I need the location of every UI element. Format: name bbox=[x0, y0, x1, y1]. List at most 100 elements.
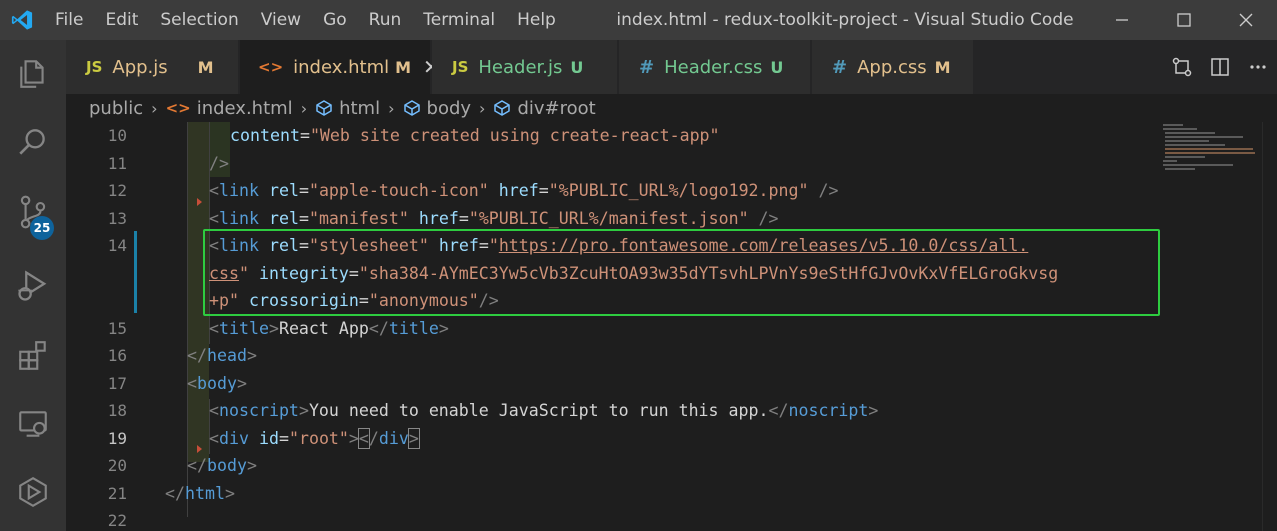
line-number: 18 bbox=[107, 401, 127, 420]
tab-modified-badge: M bbox=[197, 57, 214, 77]
breadcrumb-symbol-div-root[interactable]: div#root bbox=[493, 97, 596, 119]
minimize-button[interactable] bbox=[1091, 0, 1153, 40]
run-debug-icon[interactable] bbox=[0, 256, 66, 316]
window-controls bbox=[1091, 0, 1277, 40]
more-actions-button[interactable] bbox=[1239, 40, 1277, 94]
attribute-value: "stylesheet" bbox=[308, 236, 429, 255]
attribute-value: +p" bbox=[209, 291, 239, 310]
extensions-icon[interactable] bbox=[0, 326, 66, 386]
menu-file[interactable]: File bbox=[44, 0, 94, 40]
code-line: </body> bbox=[187, 456, 257, 475]
vscode-logo-icon[interactable] bbox=[0, 0, 44, 40]
split-editor-button[interactable] bbox=[1201, 40, 1239, 94]
css-file-icon: # bbox=[639, 56, 655, 78]
editor-actions bbox=[1163, 40, 1277, 94]
docker-icon[interactable] bbox=[0, 462, 66, 522]
split-editor-icon bbox=[1211, 58, 1229, 76]
close-window-button[interactable] bbox=[1215, 0, 1277, 40]
tab-label: index.html bbox=[293, 56, 390, 78]
attribute-name: rel bbox=[268, 181, 299, 200]
menu-go[interactable]: Go bbox=[312, 0, 358, 40]
text-content: You need to enable JavaScript to run thi… bbox=[308, 401, 769, 420]
tag-name: link bbox=[219, 181, 259, 200]
attribute-name: rel bbox=[268, 236, 299, 255]
code-line: <link rel="manifest" href="%PUBLIC_URL%/… bbox=[209, 208, 779, 228]
modified-lines-marker[interactable] bbox=[134, 231, 137, 313]
menu-help[interactable]: Help bbox=[506, 0, 567, 40]
tag-name: link bbox=[219, 208, 259, 228]
code-line: css" integrity="sha384-AYmEC3Yw5cVb3ZcuH… bbox=[209, 263, 1059, 283]
line-number: 11 bbox=[107, 153, 127, 173]
code-line: <link rel="apple-touch-icon" href="%PUBL… bbox=[209, 181, 839, 200]
ellipsis-icon bbox=[1250, 65, 1266, 69]
attribute-value: "Web site created using create-react-app… bbox=[309, 126, 720, 145]
search-icon[interactable] bbox=[0, 112, 66, 172]
tab-label: App.js bbox=[112, 56, 168, 78]
attribute-value: "%PUBLIC_URL%/logo192.png" bbox=[548, 181, 809, 200]
line-number-current: 19 bbox=[107, 428, 127, 448]
deleted-lines-marker[interactable] bbox=[197, 198, 202, 206]
breadcrumb-folder[interactable]: public bbox=[89, 98, 143, 119]
attribute-name: href bbox=[438, 236, 479, 255]
window-title: index.html - redux-toolkit-project - Vis… bbox=[616, 10, 1074, 30]
source-control-badge: 25 bbox=[30, 216, 54, 240]
tab-header-js[interactable]: JS Header.js U bbox=[432, 40, 618, 94]
bracket-match: > bbox=[407, 427, 420, 449]
code-line: </head> bbox=[187, 346, 257, 365]
attribute-name: id bbox=[258, 428, 279, 448]
tab-modified-badge: M bbox=[395, 57, 412, 77]
menu-view[interactable]: View bbox=[250, 0, 312, 40]
tab-app-js[interactable]: JS App.js M bbox=[66, 40, 239, 94]
maximize-icon bbox=[1177, 13, 1191, 27]
code-editor[interactable]: 10 11 12 13 14 15 16 17 18 19 20 21 22 c… bbox=[66, 122, 1277, 531]
tag-name: title bbox=[388, 318, 439, 338]
bracket-match: < bbox=[357, 427, 370, 449]
attribute-value: "apple-touch-icon" bbox=[308, 181, 489, 200]
tab-untracked-badge: U bbox=[570, 57, 584, 77]
tab-app-css[interactable]: # App.css M bbox=[812, 40, 974, 94]
tag-name: div bbox=[378, 428, 409, 448]
title-bar: File Edit Selection View Go Run Terminal… bbox=[0, 0, 1277, 40]
line-number: 22 bbox=[107, 511, 127, 530]
tab-index-html[interactable]: <> index.html M ✕ bbox=[240, 40, 440, 94]
breadcrumb-label: div#root bbox=[517, 97, 596, 119]
tab-header-css[interactable]: # Header.css U bbox=[619, 40, 811, 94]
tag-name: noscript bbox=[219, 401, 299, 420]
minimap[interactable] bbox=[1157, 122, 1262, 182]
line-number: 10 bbox=[107, 126, 127, 145]
vertical-scrollbar[interactable] bbox=[1262, 122, 1277, 531]
open-changes-button[interactable] bbox=[1163, 40, 1201, 94]
javascript-file-icon: JS bbox=[86, 58, 103, 76]
attribute-value: "%PUBLIC_URL%/manifest.json" bbox=[468, 208, 749, 228]
tab-label: Header.js bbox=[478, 56, 563, 78]
menu-selection[interactable]: Selection bbox=[149, 0, 249, 40]
stylesheet-link[interactable]: css bbox=[209, 264, 239, 283]
menu-terminal[interactable]: Terminal bbox=[412, 0, 506, 40]
symbol-element-icon bbox=[494, 100, 511, 116]
attribute-value: "root" bbox=[288, 428, 349, 448]
tag-punctuation: /> bbox=[808, 181, 839, 200]
menu-edit[interactable]: Edit bbox=[94, 0, 149, 40]
html-file-icon: <> bbox=[165, 99, 191, 117]
menu-run[interactable]: Run bbox=[358, 0, 413, 40]
breadcrumb-symbol-body[interactable]: body bbox=[403, 97, 472, 119]
html-file-icon: <> bbox=[258, 58, 284, 76]
code-line: <body> bbox=[187, 373, 247, 393]
remote-explorer-icon[interactable] bbox=[0, 394, 66, 454]
breadcrumb-label: body bbox=[426, 97, 472, 119]
tag-name: html bbox=[184, 483, 225, 503]
explorer-icon[interactable] bbox=[0, 44, 66, 104]
breadcrumb-symbol-html[interactable]: html bbox=[315, 98, 380, 119]
compare-changes-icon bbox=[1172, 57, 1192, 77]
stylesheet-link[interactable]: https://pro.fontawesome.com/releases/v5.… bbox=[499, 236, 1029, 255]
tag-name: body bbox=[206, 456, 247, 475]
tag-name: body bbox=[197, 373, 237, 393]
code-line: <link rel="stylesheet" href="https://pro… bbox=[209, 236, 1029, 255]
maximize-button[interactable] bbox=[1153, 0, 1215, 40]
code-line: content="Web site created using create-r… bbox=[230, 126, 720, 145]
tab-label: Header.css bbox=[664, 56, 763, 78]
breadcrumb-file[interactable]: <> index.html bbox=[166, 98, 293, 119]
code-line: <title>React App</title> bbox=[209, 318, 449, 338]
tab-modified-badge: M bbox=[934, 57, 951, 77]
line-number: 20 bbox=[107, 456, 127, 475]
